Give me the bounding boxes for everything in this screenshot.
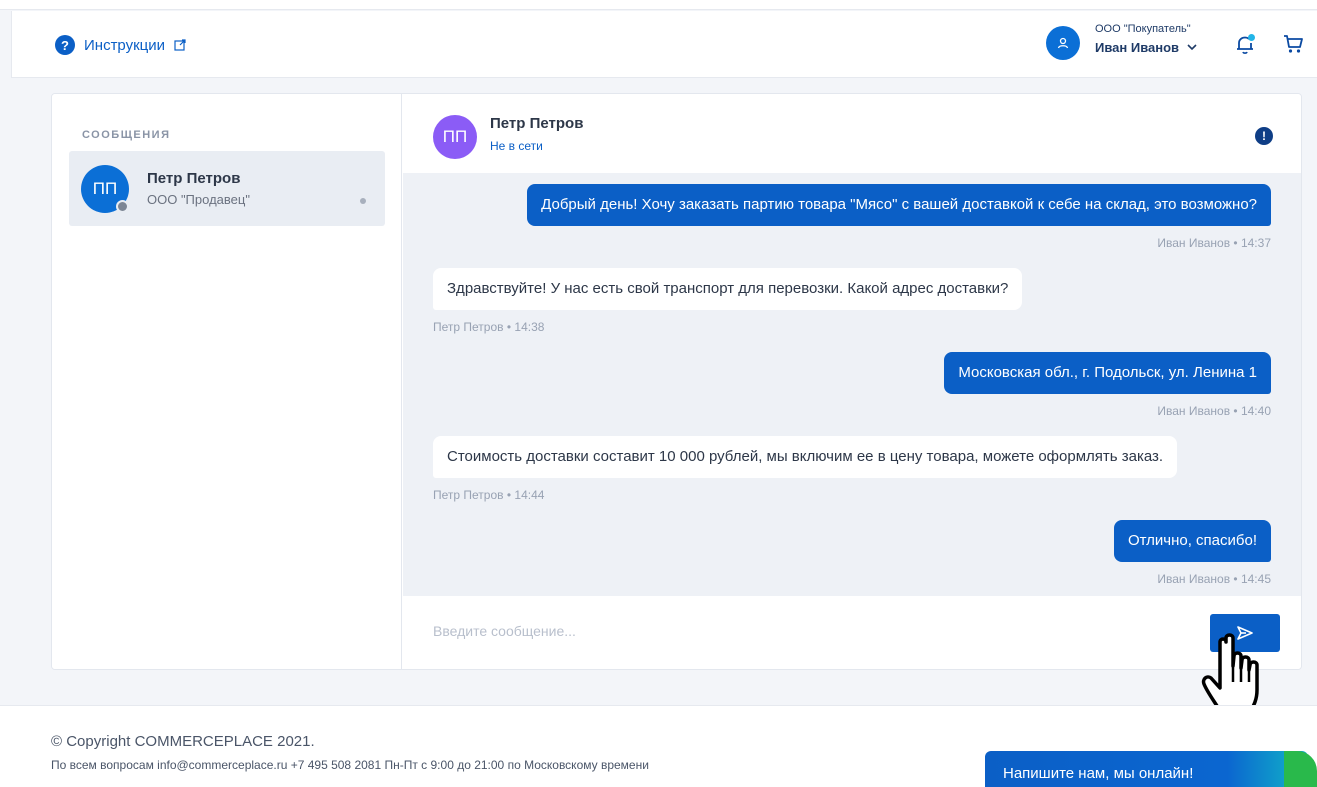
user-name-label: Иван Иванов	[1095, 40, 1180, 55]
message-outgoing: Добрый день! Хочу заказать партию товара…	[527, 184, 1271, 226]
help-label[interactable]: Инструкции	[84, 37, 165, 54]
online-chat-button[interactable]: Напишите нам, мы онлайн!	[985, 751, 1308, 787]
user-name[interactable]: Иван Иванов	[1095, 40, 1225, 55]
unread-dot	[360, 198, 366, 204]
contact-name: Петр Петров	[147, 170, 241, 187]
contact-company: ООО "Продавец"	[147, 192, 250, 207]
copyright-text: © Copyright COMMERCEPLACE 2021.	[51, 733, 315, 750]
support-contacts-text: По всем вопросам info@commerceplace.ru +…	[51, 758, 649, 772]
chat-contact-status: Не в сети	[490, 139, 543, 153]
message-meta: Иван Иванов • 14:45	[1157, 572, 1271, 586]
chevron-down-icon	[1187, 44, 1197, 51]
top-strip	[0, 0, 1317, 10]
user-avatar[interactable]	[1046, 26, 1080, 60]
online-chat-label: Напишите нам, мы онлайн!	[1003, 765, 1194, 782]
message-meta: Иван Иванов • 14:40	[1157, 404, 1271, 418]
message-meta: Иван Иванов • 14:37	[1157, 236, 1271, 250]
message-meta: Петр Петров • 14:44	[433, 488, 545, 502]
notifications-bell-icon[interactable]	[1234, 33, 1256, 55]
question-icon: ?	[55, 35, 75, 55]
message-input[interactable]	[433, 623, 1193, 639]
info-alert-icon[interactable]: !	[1255, 127, 1273, 145]
user-icon	[1057, 37, 1069, 49]
header: ? Инструкции ООО "Покупатель" Иван Ивано…	[11, 11, 1317, 78]
conversation-list: СООБЩЕНИЯ ПП Петр Петров ООО "Продавец"	[52, 94, 402, 669]
messenger-panel: СООБЩЕНИЯ ПП Петр Петров ООО "Продавец" …	[51, 93, 1302, 670]
chat-header: ПП Петр Петров Не в сети !	[403, 94, 1301, 173]
offline-status-dot	[116, 200, 129, 213]
external-link-icon	[174, 39, 186, 51]
user-menu[interactable]: ООО "Покупатель" Иван Иванов	[1095, 23, 1225, 55]
chat-window: ПП Петр Петров Не в сети ! Добрый день! …	[403, 94, 1301, 669]
message-outgoing: Московская обл., г. Подольск, ул. Ленина…	[944, 352, 1271, 394]
message-composer	[403, 596, 1301, 669]
message-meta: Петр Петров • 14:38	[433, 320, 545, 334]
help-link[interactable]: ? Инструкции	[55, 35, 186, 55]
message-incoming: Здравствуйте! У нас есть свой транспорт …	[433, 268, 1023, 310]
message-incoming: Стоимость доставки составит 10 000 рубле…	[433, 436, 1178, 478]
cart-icon[interactable]	[1282, 33, 1304, 55]
chat-avatar: ПП	[433, 115, 477, 159]
user-company: ООО "Покупатель"	[1095, 23, 1191, 35]
message-list: Добрый день! Хочу заказать партию товара…	[403, 173, 1301, 596]
chat-contact-name: Петр Петров	[490, 115, 584, 132]
conversation-item[interactable]: ПП Петр Петров ООО "Продавец"	[69, 151, 385, 226]
conversation-list-title: СООБЩЕНИЯ	[82, 129, 171, 141]
message-outgoing: Отлично, спасибо!	[1113, 520, 1271, 562]
